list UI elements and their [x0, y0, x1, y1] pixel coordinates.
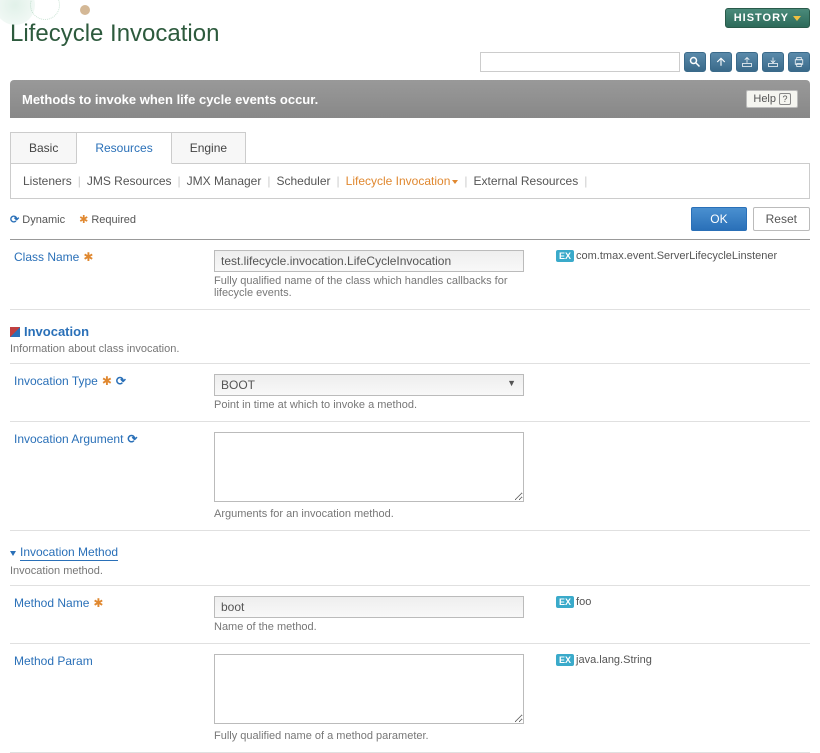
refresh-icon: ⟳ — [10, 213, 19, 226]
row-method-param: Method Param Fully qualified name of a m… — [10, 644, 810, 753]
search-input[interactable] — [480, 52, 680, 72]
subtab-jmx-manager[interactable]: JMX Manager — [187, 174, 262, 188]
helper-invocation-argument: Arguments for an invocation method. — [214, 508, 546, 520]
refresh-icon: ⟳ — [116, 374, 126, 388]
search-icon — [689, 56, 701, 68]
method-name-input[interactable] — [214, 596, 524, 618]
print-button[interactable] — [788, 52, 810, 72]
ok-button[interactable]: OK — [691, 207, 746, 231]
helper-class-name: Fully qualified name of the class which … — [214, 275, 546, 299]
subsection-invocation-method-desc: Invocation method. — [10, 565, 810, 586]
example-class-name: EXcom.tmax.event.ServerLifecycleLinstene… — [556, 250, 806, 262]
ex-badge: EX — [556, 654, 574, 666]
export-icon — [715, 56, 727, 68]
subtab-lifecycle-invocation[interactable]: Lifecycle Invocation — [346, 174, 459, 188]
row-invocation-type: Invocation Type ✱ ⟳ BOOT Point in time a… — [10, 364, 810, 422]
label-method-name: Method Name ✱ — [14, 596, 204, 610]
required-legend: ✱ Required — [79, 213, 136, 226]
secondary-tabs: Listeners| JMS Resources| JMX Manager| S… — [10, 164, 810, 199]
row-invocation-argument: Invocation Argument ⟳ Arguments for an i… — [10, 422, 810, 531]
upload-icon — [741, 56, 753, 68]
legend: ⟳ Dynamic ✱ Required — [10, 213, 136, 226]
banner: Methods to invoke when life cycle events… — [10, 80, 810, 118]
help-button[interactable]: Help ? — [746, 90, 798, 108]
download-icon — [767, 56, 779, 68]
example-method-name: EXfoo — [556, 596, 806, 608]
subtab-external-resources[interactable]: External Resources — [474, 174, 579, 188]
primary-tabs: Basic Resources Engine — [10, 132, 810, 164]
tab-engine[interactable]: Engine — [171, 132, 246, 163]
decorative-bubbles — [0, 0, 120, 40]
required-icon: ✱ — [79, 214, 88, 226]
section-invocation-desc: Information about class invocation. — [10, 343, 810, 364]
class-name-input[interactable] — [214, 250, 524, 272]
reset-button[interactable]: Reset — [753, 207, 810, 231]
helper-invocation-type: Point in time at which to invoke a metho… — [214, 399, 546, 411]
tab-resources[interactable]: Resources — [76, 132, 171, 164]
banner-text: Methods to invoke when life cycle events… — [22, 92, 318, 107]
chevron-down-icon — [452, 180, 458, 184]
tab-basic[interactable]: Basic — [10, 132, 77, 163]
history-label: HISTORY — [734, 12, 789, 24]
ex-badge: EX — [556, 250, 574, 262]
history-button[interactable]: HISTORY — [725, 8, 810, 28]
row-class-name: Class Name ✱ Fully qualified name of the… — [10, 240, 810, 310]
subtab-listeners[interactable]: Listeners — [23, 174, 72, 188]
ex-badge: EX — [556, 596, 574, 608]
required-icon: ✱ — [93, 596, 103, 610]
xml-download-button[interactable] — [762, 52, 784, 72]
section-invocation-title: Invocation — [10, 324, 810, 339]
dynamic-legend: ⟳ Dynamic — [10, 213, 65, 226]
search-icon-button[interactable] — [684, 52, 706, 72]
invocation-type-select[interactable]: BOOT — [214, 374, 524, 396]
label-method-param: Method Param — [14, 654, 204, 668]
print-icon — [793, 56, 805, 68]
refresh-icon: ⟳ — [127, 432, 137, 446]
label-invocation-argument: Invocation Argument ⟳ — [14, 432, 204, 446]
chevron-down-icon — [793, 16, 801, 21]
export-button[interactable] — [710, 52, 732, 72]
help-icon: ? — [779, 93, 791, 105]
method-param-textarea[interactable] — [214, 654, 524, 724]
example-method-param: EXjava.lang.String — [556, 654, 806, 666]
label-class-name: Class Name ✱ — [14, 250, 204, 264]
helper-method-name: Name of the method. — [214, 621, 546, 633]
helper-method-param: Fully qualified name of a method paramet… — [214, 730, 546, 742]
subtab-scheduler[interactable]: Scheduler — [276, 174, 330, 188]
subsection-invocation-method[interactable]: Invocation Method — [10, 545, 810, 561]
xml-upload-button[interactable] — [736, 52, 758, 72]
invocation-argument-textarea[interactable] — [214, 432, 524, 502]
subtab-jms-resources[interactable]: JMS Resources — [87, 174, 172, 188]
row-method-name: Method Name ✱ Name of the method. EXfoo — [10, 586, 810, 644]
required-icon: ✱ — [102, 374, 112, 388]
label-invocation-type: Invocation Type ✱ ⟳ — [14, 374, 204, 388]
section-icon — [10, 327, 20, 337]
caret-down-icon — [10, 551, 16, 556]
required-icon: ✱ — [83, 250, 93, 264]
